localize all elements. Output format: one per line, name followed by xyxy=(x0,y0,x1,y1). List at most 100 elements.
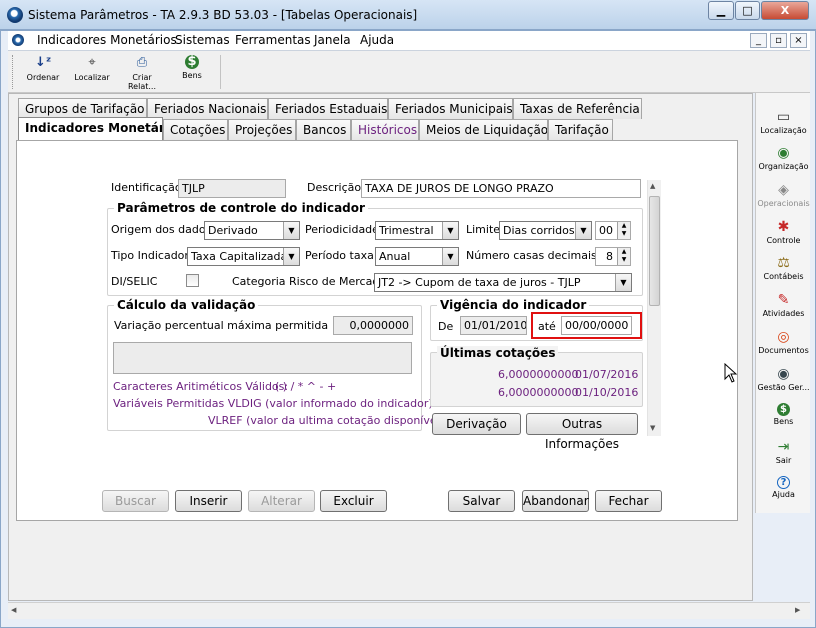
window-title: Sistema Parâmetros - TA 2.9.3 BD 53.03 -… xyxy=(28,8,418,22)
toolbar-grip[interactable] xyxy=(12,55,14,89)
tab-taxas-referencia[interactable]: Taxas de Referência xyxy=(513,98,642,119)
outras-informacoes-button[interactable]: Outras Informações xyxy=(526,413,638,451)
cotacao-data: 01/07/2016 xyxy=(575,368,639,381)
chevron-down-icon: ▼ xyxy=(442,222,458,239)
criar-relatorio-button[interactable]: ⎙ Criar Relat... xyxy=(118,55,166,91)
casas-decimais-label: Número casas decimais xyxy=(466,249,597,262)
scroll-thumb[interactable] xyxy=(649,196,660,306)
shortcut-atividades[interactable]: ✎ Atividades xyxy=(756,292,811,318)
shortcut-localizacao[interactable]: ▭ Localização xyxy=(756,109,811,135)
menu-bar: Indicadores Monetários Sistemas Ferramen… xyxy=(8,31,810,51)
salvar-button[interactable]: Salvar xyxy=(448,490,515,512)
formula-field[interactable] xyxy=(113,342,412,374)
tab-feriados-municipais[interactable]: Feriados Municipais xyxy=(388,98,513,119)
descricao-field[interactable]: TAXA DE JUROS DE LONGO PRAZO xyxy=(361,179,641,198)
close-button[interactable]: X xyxy=(761,1,809,20)
excluir-button[interactable]: Excluir xyxy=(320,490,387,512)
menu-janela[interactable]: Janela xyxy=(314,33,351,47)
derivacao-button[interactable]: Derivação xyxy=(432,413,521,435)
horizontal-scrollbar[interactable]: ◀ ▶ xyxy=(8,602,810,619)
cotacao-valor: 6,0000000000 xyxy=(498,368,579,381)
spin-arrows-icon[interactable]: ▲ ▼ xyxy=(617,222,630,239)
app-icon xyxy=(7,7,23,23)
tab-tarifacao[interactable]: Tarifação xyxy=(548,119,613,140)
variacao-field[interactable]: 0,0000000 xyxy=(333,316,413,335)
tipo-indicador-label: Tipo Indicador xyxy=(111,249,189,262)
vigencia-title: Vigência do indicador xyxy=(437,298,590,312)
help-icon: ? xyxy=(777,476,790,489)
menu-sistemas[interactable]: Sistemas xyxy=(175,33,230,47)
mdi-close-button[interactable]: × xyxy=(790,33,807,48)
tab-indicadores-monetarios[interactable]: Indicadores Monetários xyxy=(18,117,163,140)
calculo-title: Cálculo da validação xyxy=(114,298,259,312)
ordenar-button[interactable]: ↓ᶻ Ordenar xyxy=(19,55,67,89)
tab-projecoes[interactable]: Projeções xyxy=(228,119,296,140)
casas-decimais-stepper[interactable]: 8 ▲ ▼ xyxy=(595,247,631,266)
alterar-button[interactable]: Alterar xyxy=(248,490,315,512)
printer-icon: ⎙ xyxy=(136,55,148,70)
categoria-select[interactable]: JT2 -> Cupom de taxa de juros - TJLP ▼ xyxy=(374,273,632,292)
tab-meios-liquidacao[interactable]: Meios de Liquidação xyxy=(419,119,548,140)
cotacao-valor: 6,0000000000 xyxy=(498,386,579,399)
chevron-down-icon: ▼ xyxy=(283,248,299,265)
tab-bancos[interactable]: Bancos xyxy=(296,119,351,140)
mdi-minimize-button[interactable]: _ xyxy=(750,33,767,48)
limite-select[interactable]: Dias corridos ▼ xyxy=(499,221,592,240)
spin-arrows-icon[interactable]: ▲ ▼ xyxy=(617,248,630,265)
abandonar-button[interactable]: Abandonar xyxy=(522,490,589,512)
toolbar: ↓ᶻ Ordenar ⌖ Localizar ⎙ Criar Relat... … xyxy=(8,51,810,93)
shortcut-ajuda[interactable]: ? Ajuda xyxy=(756,476,811,499)
fechar-button[interactable]: Fechar xyxy=(595,490,662,512)
sort-az-icon: ↓ᶻ xyxy=(35,55,52,70)
limite-label: Limite xyxy=(466,223,501,236)
scroll-left-icon[interactable]: ◀ xyxy=(11,606,16,614)
mdi-restore-button[interactable]: ▫ xyxy=(770,33,787,48)
origem-select[interactable]: Derivado ▼ xyxy=(204,221,300,240)
periodicidade-label: Periodicidade xyxy=(305,223,379,236)
shortcut-bens[interactable]: $ Bens xyxy=(756,403,811,426)
periodicidade-select[interactable]: Trimestral ▼ xyxy=(375,221,459,240)
buscar-button[interactable]: Buscar xyxy=(102,490,169,512)
operations-icon: ◈ xyxy=(778,182,789,198)
periodo-taxa-label: Período taxa xyxy=(305,249,374,262)
vlref-label: VLREF (valor da ultima cotação disponíve… xyxy=(208,414,444,427)
toolbar-divider xyxy=(220,55,221,89)
localizar-button[interactable]: ⌖ Localizar xyxy=(68,55,116,89)
limite-stepper[interactable]: 00 ▲ ▼ xyxy=(595,221,631,240)
control-icon: ✱ xyxy=(777,219,790,235)
ultimas-cotacoes-title: Últimas cotações xyxy=(437,346,559,360)
vertical-scrollbar[interactable]: ▲ ▼ xyxy=(647,180,661,436)
maximize-button[interactable]: □ xyxy=(735,1,760,20)
scroll-down-icon[interactable]: ▼ xyxy=(650,424,655,432)
tab-grupos-tarifacao[interactable]: Grupos de Tarifação xyxy=(18,98,147,119)
diselic-checkbox[interactable] xyxy=(186,274,199,287)
menu-ajuda[interactable]: Ajuda xyxy=(360,33,394,47)
tab-cotacoes[interactable]: Cotações xyxy=(163,119,228,140)
menu-ferramentas[interactable]: Ferramentas xyxy=(235,33,311,47)
organization-icon: ◉ xyxy=(777,145,790,161)
identificacao-field[interactable]: TJLP xyxy=(178,179,286,198)
data-inicio-field[interactable]: 01/01/2010 xyxy=(460,316,527,335)
shortcut-documentos[interactable]: ◎ Documentos xyxy=(756,329,811,355)
tab-historicos[interactable]: Históricos xyxy=(351,119,419,140)
scroll-right-icon[interactable]: ▶ xyxy=(795,606,800,614)
tab-feriados-estaduais[interactable]: Feriados Estaduais xyxy=(268,98,388,119)
tab-feriados-nacionais[interactable]: Feriados Nacionais xyxy=(147,98,268,119)
scroll-up-icon[interactable]: ▲ xyxy=(650,182,655,190)
data-fim-field[interactable]: 00/00/0000 xyxy=(561,316,632,335)
shortcut-organizacao[interactable]: ◉ Organização xyxy=(756,145,811,171)
exit-icon: ⇥ xyxy=(777,439,790,455)
money-bag-icon: $ xyxy=(777,403,790,416)
menu-indicadores[interactable]: Indicadores Monetários xyxy=(37,33,177,47)
shortcut-contabeis[interactable]: ⚖ Contábeis xyxy=(756,255,811,281)
tipo-indicador-select[interactable]: Taxa Capitalizada ▼ xyxy=(187,247,300,266)
minimize-button[interactable]: ▁ xyxy=(708,1,734,20)
activities-icon: ✎ xyxy=(777,292,790,308)
periodo-taxa-select[interactable]: Anual ▼ xyxy=(375,247,459,266)
documents-icon: ◎ xyxy=(777,329,790,345)
shortcut-sair[interactable]: ⇥ Sair xyxy=(756,439,811,465)
bens-button[interactable]: $ Bens xyxy=(168,55,216,89)
shortcut-gestao[interactable]: ◉ Gestão Ger... xyxy=(756,366,811,392)
inserir-button[interactable]: Inserir xyxy=(175,490,242,512)
shortcut-controle[interactable]: ✱ Controle xyxy=(756,219,811,245)
